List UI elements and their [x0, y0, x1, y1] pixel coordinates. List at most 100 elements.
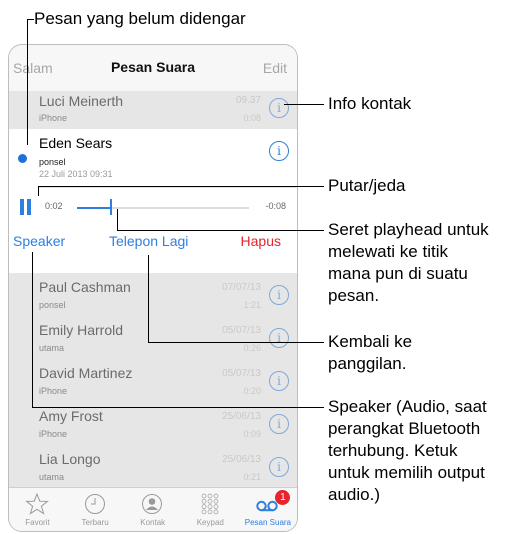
list-item[interactable]: Luci Meinerth 09.37 iPhone 0:08 i: [9, 91, 297, 130]
message-date: 25/06/13: [222, 411, 261, 422]
callout-line: [117, 230, 324, 231]
message-timestamp: 22 Juli 2013 09:31: [39, 169, 113, 179]
callout-line: [27, 19, 34, 20]
caller-name: Amy Frost: [39, 408, 103, 424]
callout-return-call: Kembali ke panggilan.: [328, 331, 412, 375]
unread-dot-icon: [18, 154, 27, 163]
callout-line: [38, 186, 39, 196]
tab-label: Favorit: [25, 518, 50, 527]
contact-icon: [140, 493, 164, 515]
tab-favorit[interactable]: Favorit: [9, 488, 66, 531]
info-icon[interactable]: i: [269, 371, 289, 391]
caller-name: Emily Harrold: [39, 322, 124, 338]
badge-count: 1: [275, 490, 291, 505]
callout-line: [148, 342, 324, 343]
tab-label: Terbaru: [81, 518, 109, 527]
message-date: 07/07/13: [222, 282, 261, 293]
edit-button[interactable]: Edit: [263, 60, 287, 76]
message-date: 25/06/13: [222, 454, 261, 465]
info-icon[interactable]: i: [269, 98, 289, 118]
message-duration: 0:08: [243, 113, 261, 123]
scrubber-track[interactable]: [77, 207, 249, 209]
voicemail-screen: Salam Pesan Suara Edit Luci Meinerth 09.…: [8, 44, 298, 532]
callout-line: [38, 186, 324, 187]
speaker-button[interactable]: Speaker: [13, 233, 65, 249]
remaining-time: -0:08: [265, 201, 286, 211]
tab-bar: Favorit Terbaru Kontak Keypad 1 Pesan Suara: [9, 487, 297, 531]
playhead[interactable]: [110, 199, 113, 215]
callout-unheard: Pesan yang belum didengar: [34, 9, 246, 28]
callout-line: [148, 255, 149, 342]
callout-text-line: Kembali ke: [328, 332, 413, 351]
list-item[interactable]: David Martinez 05/07/13 iPhone 0:20 i: [9, 359, 297, 403]
message-duration: 0:21: [243, 472, 261, 482]
callout-line: [117, 209, 118, 230]
caller-line: utama: [39, 343, 65, 353]
callout-text-line: terhubung. Ketuk: [328, 441, 458, 460]
tab-label: Pesan Suara: [244, 518, 292, 527]
callout-speaker: Speaker (Audio, saat perangkat Bluetooth…: [328, 396, 487, 506]
callout-line: [27, 19, 28, 145]
message-duration: 0:26: [243, 343, 261, 353]
callout-line: [32, 252, 33, 407]
tab-label: Keypad: [196, 518, 224, 527]
page-title: Pesan Suara: [110, 59, 196, 75]
caller-line: utama: [39, 472, 65, 482]
message-duration: 0:09: [243, 429, 261, 439]
list-item[interactable]: Amy Frost 25/06/13 iPhone 0:09 i: [9, 402, 297, 446]
caller-name: Luci Meinerth: [39, 93, 124, 109]
callout-play-pause: Putar/jeda: [328, 176, 406, 195]
caller-line: iPhone: [39, 429, 68, 439]
info-icon[interactable]: i: [269, 141, 289, 161]
callout-text-line: perangkat Bluetooth: [328, 419, 481, 438]
tab-kontak[interactable]: Kontak: [124, 488, 181, 531]
divider: [39, 187, 297, 188]
message-date: 05/07/13: [222, 325, 261, 336]
keypad-icon: [198, 493, 222, 515]
message-duration: 1:21: [243, 300, 261, 310]
caller-name: David Martinez: [39, 365, 133, 381]
info-icon[interactable]: i: [269, 285, 289, 305]
info-icon[interactable]: i: [269, 414, 289, 434]
tab-label: Kontak: [140, 518, 166, 527]
info-icon[interactable]: i: [269, 328, 289, 348]
star-icon: [25, 492, 49, 515]
caller-line: ponsel: [39, 300, 66, 310]
callout-text-line: mana pun di suatu: [328, 264, 468, 283]
callout-text-line: audio.): [328, 485, 380, 504]
callout-scrub: Seret playhead untuk melewati ke titik m…: [328, 219, 489, 307]
callout-contact-info: Info kontak: [328, 94, 412, 113]
list-item[interactable]: Emily Harrold 05/07/13 utama 0:26 i: [9, 316, 297, 360]
callout-text-line: pesan.: [328, 286, 380, 305]
caller-name: Lia Longo: [39, 451, 101, 467]
message-date: 09.37: [235, 95, 261, 106]
expanded-message: Eden Sears ponsel 22 Juli 2013 09:31 i 0…: [9, 129, 297, 273]
caller-name: Paul Cashman: [39, 279, 131, 295]
tab-pesan-suara[interactable]: 1 Pesan Suara: [239, 488, 296, 531]
tab-keypad[interactable]: Keypad: [182, 488, 239, 531]
call-back-button[interactable]: Telepon Lagi: [109, 233, 188, 249]
callout-line: [284, 104, 324, 105]
nav-bar: Salam Pesan Suara Edit: [9, 45, 297, 92]
info-icon[interactable]: i: [269, 457, 289, 477]
caller-line: iPhone: [39, 386, 68, 396]
tab-terbaru[interactable]: Terbaru: [67, 488, 124, 531]
caller-line: iPhone: [39, 113, 68, 123]
callout-line: [32, 407, 324, 408]
callout-text-line: untuk memilih output: [328, 463, 485, 482]
callout-text-line: Speaker (Audio, saat: [328, 397, 487, 416]
scrubber-progress: [77, 207, 112, 209]
caller-name: Eden Sears: [39, 135, 113, 151]
list-item[interactable]: Lia Longo 25/06/13 utama 0:21 i: [9, 445, 297, 489]
callout-text-line: melewati ke titik: [328, 242, 448, 261]
message-duration: 0:20: [243, 386, 261, 396]
pause-button[interactable]: [20, 199, 32, 215]
delete-button[interactable]: Hapus: [241, 233, 281, 249]
message-date: 05/07/13: [222, 368, 261, 379]
clock-icon: [83, 493, 107, 515]
list-item[interactable]: Paul Cashman 07/07/13 ponsel 1:21 i: [9, 273, 297, 317]
elapsed-time: 0:02: [45, 201, 63, 211]
callout-text-line: Seret playhead untuk: [328, 220, 489, 239]
callout-text-line: panggilan.: [328, 354, 407, 373]
caller-line: ponsel: [39, 157, 66, 167]
